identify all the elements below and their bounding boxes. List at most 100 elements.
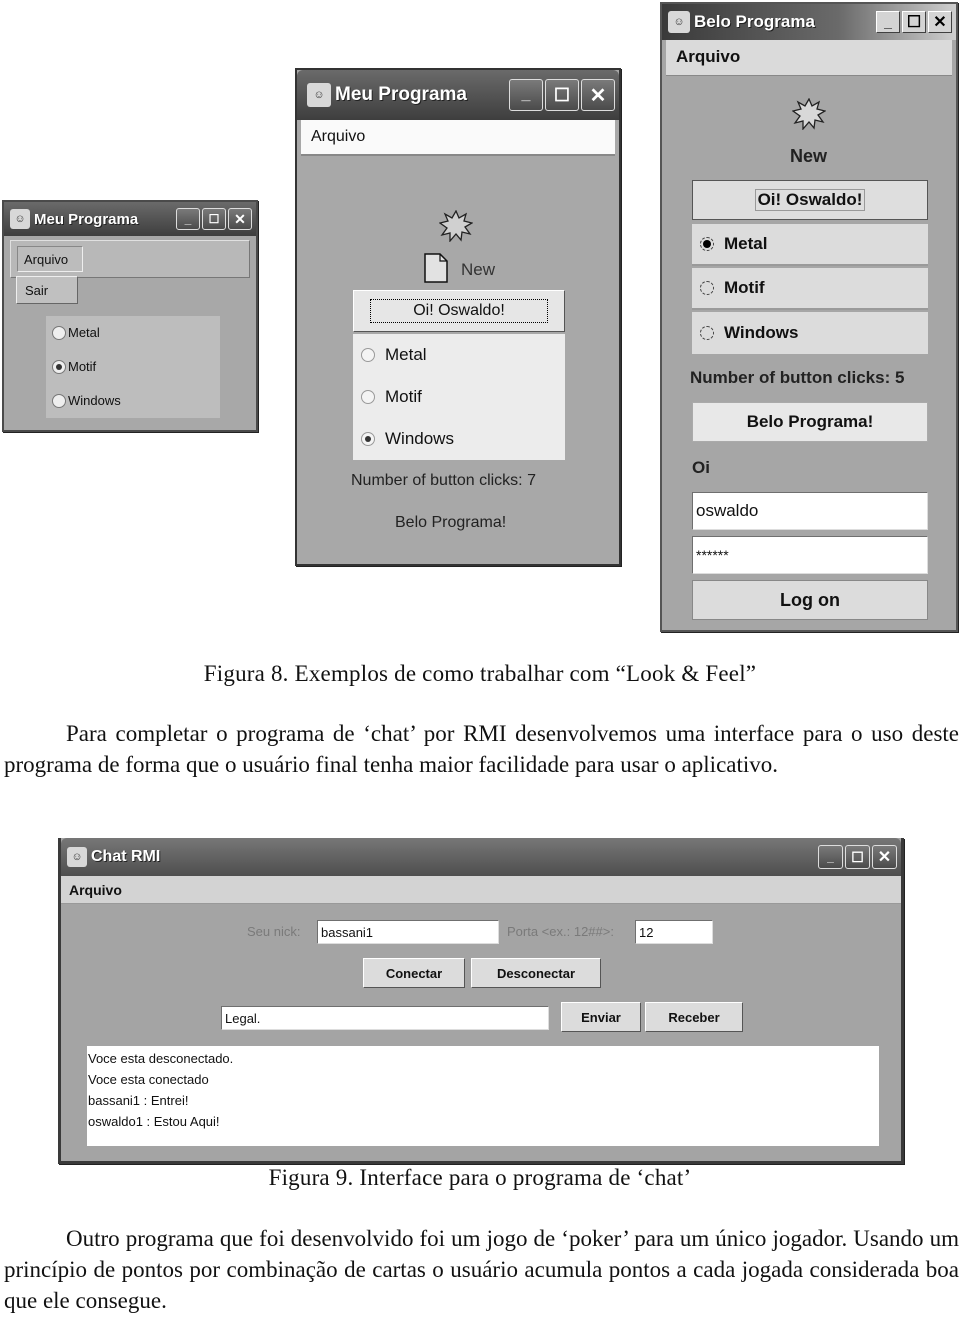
button-label: Belo Programa! <box>746 412 874 431</box>
username-field[interactable]: oswaldo <box>692 492 928 530</box>
new-label: New <box>790 146 828 166</box>
app-icon: ☺ <box>307 83 331 107</box>
window-metal-belo-programa: ☺ Belo Programa _ ☐ ✕ Arquivo New Oi! Os… <box>660 2 958 632</box>
close-button[interactable]: ✕ <box>928 11 952 33</box>
paragraph-poker: Outro programa que foi desenvolvido foi … <box>4 1223 959 1316</box>
radio-label: Metal <box>385 345 427 364</box>
radio-label: Windows <box>68 393 121 408</box>
disconnect-button[interactable]: Desconectar <box>471 958 601 988</box>
paragraph-chat-intro: Para completar o programa de ‘chat’ por … <box>4 718 959 780</box>
message-field[interactable]: Legal. <box>221 1006 549 1030</box>
title-bar[interactable]: ☺ Meu Programa _ ☐ ✕ <box>297 70 619 120</box>
radio-label: Windows <box>385 429 454 448</box>
log-line: Voce esta desconectado. <box>88 1051 234 1066</box>
radio-group: Metal Motif Windows <box>46 316 220 418</box>
button-label: Receber <box>668 1009 720 1025</box>
nick-label: Seu nick: <box>247 924 301 939</box>
radio-metal[interactable]: Metal <box>52 325 100 340</box>
log-line: bassani1 : Entrei! <box>88 1093 189 1108</box>
click-count-label: Number of button clicks: 7 <box>351 472 536 489</box>
button-label: Desconectar <box>496 965 576 981</box>
figure-9-caption: Figura 9. Interface para o programa de ‘… <box>268 1165 692 1190</box>
window-chat-rmi: ☺ Chat RMI _ ☐ ✕ Arquivo Seu nick: bassa… <box>58 838 904 1164</box>
window-title: Meu Programa <box>335 84 467 105</box>
window-title: Belo Programa <box>694 12 815 31</box>
paragraph-text: Outro programa que foi desenvolvido foi … <box>4 1226 959 1313</box>
radio-motif[interactable]: Motif <box>692 268 928 310</box>
port-label: Porta <ex.: 12##>: <box>507 924 614 939</box>
maximize-button[interactable]: ☐ <box>845 845 870 869</box>
oi-oswaldo-button[interactable]: Oi! Oswaldo! <box>692 180 928 220</box>
radio-label: Motif <box>385 387 422 406</box>
minimize-button[interactable]: _ <box>818 845 843 869</box>
send-button[interactable]: Enviar <box>561 1002 641 1032</box>
radio-icon-selected <box>700 237 714 251</box>
radio-label: Metal <box>68 325 100 340</box>
message-value: Legal. <box>225 1010 261 1026</box>
radio-windows[interactable]: Windows <box>52 393 121 408</box>
minimize-button[interactable]: _ <box>176 208 200 230</box>
window-title: Meu Programa <box>34 210 139 228</box>
nick-field[interactable]: bassani1 <box>317 920 499 944</box>
app-icon: ☺ <box>10 209 30 229</box>
log-line: oswaldo1 : Estou Aqui! <box>88 1114 220 1129</box>
new-label: New <box>461 260 496 279</box>
minimize-button[interactable]: _ <box>509 79 543 111</box>
new-file-icon <box>424 253 448 283</box>
starburst-icon <box>439 210 473 242</box>
figure-8-caption: Figura 8. Exemplos de como trabalhar com… <box>203 661 757 686</box>
click-count-label: Number of button clicks: 5 <box>690 368 905 387</box>
log-line: Voce esta conectado <box>88 1072 209 1087</box>
button-label: Oi! Oswaldo! <box>370 299 548 323</box>
port-field[interactable]: 12 <box>635 920 713 944</box>
radio-motif[interactable]: Motif <box>361 387 422 407</box>
maximize-button[interactable]: ☐ <box>202 208 226 230</box>
menu-arquivo[interactable]: Arquivo <box>676 47 740 67</box>
radio-label: Motif <box>724 278 765 297</box>
app-icon: ☺ <box>668 11 690 33</box>
radio-label: Windows <box>724 323 799 342</box>
radio-metal[interactable]: Metal <box>361 345 427 365</box>
title-bar[interactable]: ☺ Chat RMI _ ☐ ✕ <box>61 838 901 876</box>
password-value: ****** <box>696 547 729 563</box>
maximize-button[interactable]: ☐ <box>545 79 579 111</box>
radio-icon <box>52 393 66 408</box>
button-label: Log on <box>780 589 840 610</box>
port-value: 12 <box>639 924 654 940</box>
title-bar[interactable]: ☺ Meu Programa _ ☐ ✕ <box>4 202 256 236</box>
belo-programa-label: Belo Programa! <box>395 514 507 531</box>
maximize-button[interactable]: ☐ <box>902 11 926 33</box>
button-label: Oi! Oswaldo! <box>754 189 866 211</box>
connect-button[interactable]: Conectar <box>363 958 465 988</box>
radio-motif[interactable]: Motif <box>52 359 96 374</box>
starburst-icon <box>792 98 826 130</box>
log-on-button[interactable]: Log on <box>692 580 928 620</box>
oi-oswaldo-button[interactable]: Oi! Oswaldo! <box>353 290 565 332</box>
radio-windows[interactable]: Windows <box>692 312 928 354</box>
radio-icon <box>361 390 375 404</box>
receive-button[interactable]: Receber <box>645 1002 743 1032</box>
close-button[interactable]: ✕ <box>581 79 615 111</box>
menu-arquivo-label: Arquivo <box>24 251 69 267</box>
close-button[interactable]: ✕ <box>872 845 897 869</box>
belo-programa-button[interactable]: Belo Programa! <box>692 402 928 442</box>
radio-label: Motif <box>68 359 97 374</box>
window-title: Chat RMI <box>91 848 161 865</box>
button-label: Conectar <box>385 965 443 981</box>
radio-metal[interactable]: Metal <box>692 224 928 266</box>
menu-item-sair[interactable]: Sair <box>25 283 48 298</box>
title-bar[interactable]: ☺ Belo Programa _ ☐ ✕ <box>662 4 956 40</box>
close-button[interactable]: ✕ <box>228 208 252 230</box>
menu-arquivo[interactable]: Arquivo <box>17 246 83 272</box>
minimize-button[interactable]: _ <box>876 11 900 33</box>
password-field[interactable]: ****** <box>692 536 928 574</box>
radio-windows[interactable]: Windows <box>361 429 454 449</box>
radio-group: Metal Motif Windows <box>353 334 565 460</box>
radio-icon-selected <box>52 359 66 374</box>
menu-arquivo[interactable]: Arquivo <box>69 882 122 898</box>
menu-arquivo[interactable]: Arquivo <box>311 128 365 146</box>
button-label: Enviar <box>581 1009 621 1025</box>
menubar: Arquivo <box>666 40 952 76</box>
chat-log[interactable]: Voce esta desconectado. Voce esta conect… <box>87 1046 879 1146</box>
menubar: Arquivo <box>301 120 615 156</box>
